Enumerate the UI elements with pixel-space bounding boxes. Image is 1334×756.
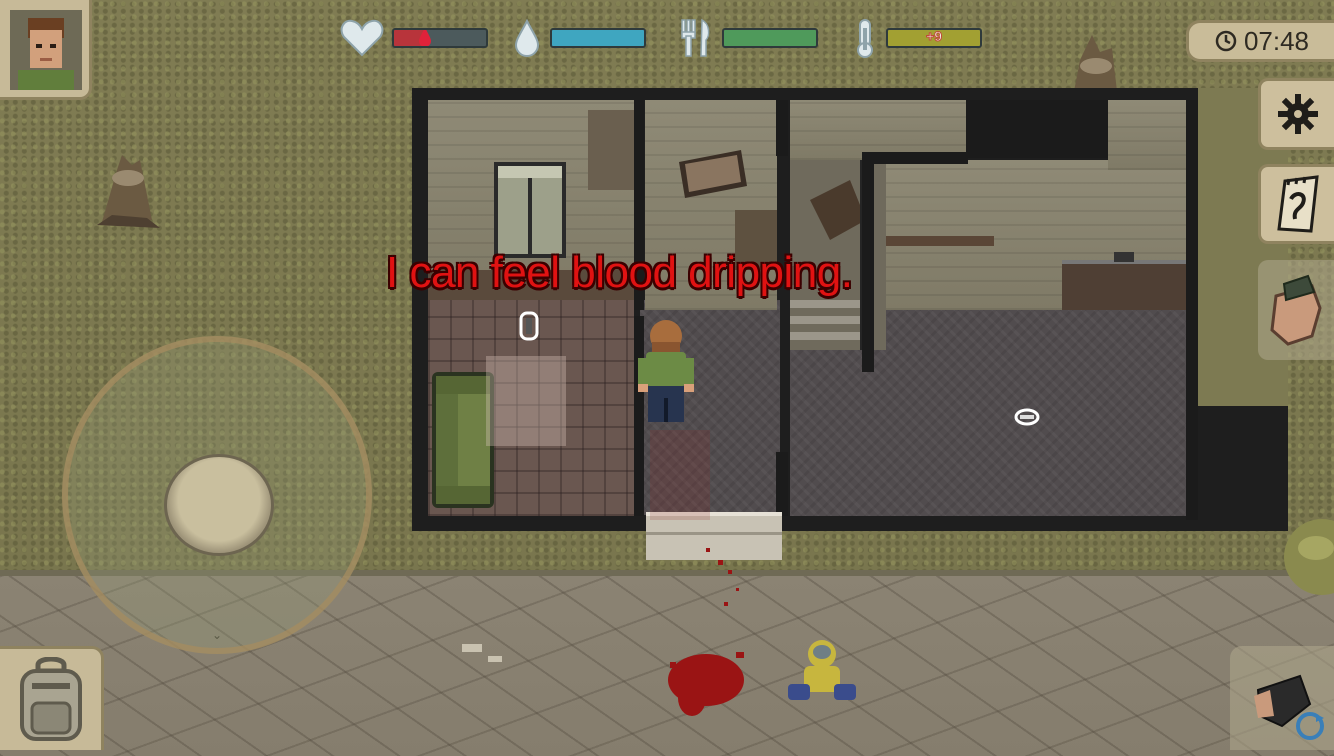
hand-attack-icon [1270, 274, 1322, 346]
water-drop-icon [514, 19, 540, 57]
health-stat [340, 18, 488, 58]
tree-stump-icon [97, 155, 160, 228]
blood-drop-icon [419, 30, 431, 46]
clock-time: 07:48 [1243, 25, 1310, 56]
swap-weapon-button[interactable] [1230, 646, 1334, 750]
fork-knife-icon [681, 18, 710, 57]
joystick-arrow-icon: ⌄ [212, 628, 223, 642]
kitchen-wall-upper [790, 100, 966, 160]
kitchen-wall [874, 160, 1186, 310]
character-portrait-button[interactable] [0, 0, 92, 100]
notebook-icon [1276, 175, 1319, 233]
hunger-stat [678, 18, 818, 58]
character-portrait-icon [10, 10, 82, 90]
hunger-bar [722, 28, 818, 48]
thirst-bar [550, 28, 646, 48]
hazmat-zombie[interactable] [782, 636, 862, 708]
virtual-joystick[interactable]: ⌄ [62, 336, 372, 654]
thirst-stat [512, 18, 646, 58]
road-debris [488, 656, 502, 662]
backpack-button[interactable] [0, 646, 104, 750]
settings-button[interactable] [1258, 78, 1334, 150]
heart-icon [340, 19, 384, 57]
backpack-icon [20, 657, 82, 741]
clock-icon [1215, 30, 1237, 52]
light-patch [486, 356, 566, 446]
kitchen-wall-corner [1108, 100, 1186, 170]
picture-frame-icon [679, 150, 747, 198]
game-clock: 07:48 [1186, 20, 1334, 62]
blood-splatter [668, 548, 744, 716]
journal-button[interactable] [1258, 164, 1334, 244]
road-debris [462, 644, 482, 652]
temperature-bar: +9 [886, 28, 982, 48]
blood-trail [650, 430, 710, 520]
thermometer-icon [857, 19, 873, 58]
attack-hand-button[interactable] [1258, 260, 1334, 360]
health-bar [392, 28, 488, 48]
bush-icon [1284, 519, 1334, 595]
swap-weapon-icon [1254, 674, 1324, 740]
gear-icon [1277, 94, 1318, 134]
temperature-stat: +9 [852, 18, 982, 58]
joystick-knob[interactable] [164, 454, 274, 556]
character-speech-text: I can feel blood dripping. [386, 248, 853, 297]
temperature-value: +9 [926, 28, 943, 45]
floor-item-icon[interactable] [1012, 406, 1042, 428]
floor-item-icon[interactable] [516, 310, 542, 342]
player-character [638, 320, 694, 422]
